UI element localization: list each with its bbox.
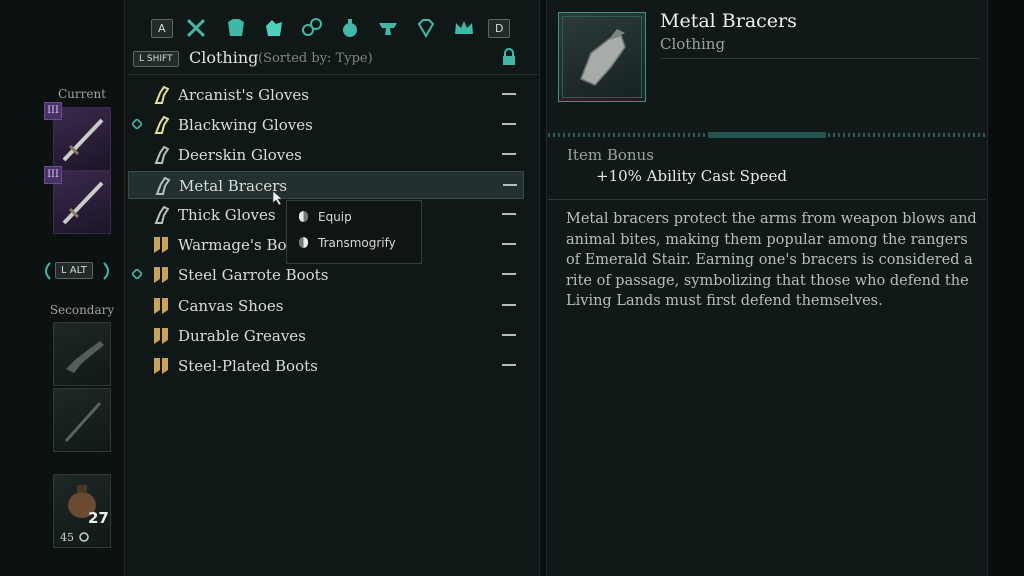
- equip-option[interactable]: Equip: [299, 210, 352, 224]
- ornamental-divider: [548, 124, 986, 138]
- secondary-weapon-slot-2[interactable]: [53, 388, 111, 452]
- pistol-icon: [66, 341, 104, 373]
- sort-key[interactable]: L SHIFT: [133, 51, 179, 67]
- screen-edge: [988, 0, 1024, 576]
- inventory-item[interactable]: Blackwing Gloves: [128, 111, 524, 139]
- inventory-item[interactable]: Steel-Plated Boots: [128, 352, 524, 380]
- item-value: [502, 334, 516, 336]
- item-value: [502, 213, 516, 215]
- mouse-cursor-icon: [272, 190, 283, 206]
- gloves-icon: [154, 85, 170, 104]
- rings-icon[interactable]: [300, 16, 324, 40]
- boots-icon: [154, 237, 168, 253]
- inventory-item[interactable]: Durable Greaves: [128, 322, 524, 350]
- transmogrify-label: Transmogrify: [318, 236, 396, 250]
- item-description: Metal bracers protect the arms from weap…: [566, 211, 977, 309]
- inventory-item[interactable]: Metal Bracers: [128, 171, 524, 199]
- potion-tab-icon[interactable]: [338, 16, 362, 40]
- sword-icon: [62, 181, 104, 225]
- lock-icon[interactable]: [500, 48, 518, 66]
- item-value: [502, 304, 516, 306]
- category-title: Clothing: [189, 48, 259, 67]
- inventory-item[interactable]: Steel Garrote Boots: [128, 261, 524, 289]
- item-thumbnail: [558, 12, 646, 102]
- next-category-key[interactable]: D: [488, 19, 511, 38]
- item-type: Clothing: [660, 35, 726, 53]
- gloves-icon: [154, 115, 170, 134]
- gloves-icon: [154, 145, 170, 164]
- gem-icon[interactable]: [414, 16, 438, 40]
- category-tab-bar: A D: [148, 16, 532, 40]
- item-name: Blackwing Gloves: [178, 116, 313, 134]
- item-name: Metal Bracers: [660, 10, 797, 32]
- item-value: [502, 364, 516, 366]
- new-item-diamond-icon: [132, 269, 142, 279]
- armor-icon[interactable]: [224, 16, 248, 40]
- equip-label: Equip: [318, 210, 352, 224]
- item-value: [502, 273, 516, 275]
- transmogrify-option[interactable]: Transmogrify: [299, 236, 396, 250]
- item-name: Deerskin Gloves: [178, 146, 302, 164]
- divider: [128, 74, 538, 75]
- clothing-icon[interactable]: [262, 16, 286, 40]
- prev-category-key[interactable]: A: [151, 19, 173, 38]
- sort-label: (Sorted by: Type): [258, 51, 373, 66]
- divider: [548, 199, 986, 200]
- swap-weapons-button[interactable]: L ALT: [40, 260, 132, 282]
- potion-count: 27: [88, 509, 109, 527]
- item-name: Warmage's Boo: [178, 236, 296, 254]
- bracer-icon: [580, 29, 626, 86]
- secondary-weapon-slot-1[interactable]: [53, 322, 111, 386]
- boots-icon: [154, 328, 168, 344]
- swap-arrow-left-icon: [45, 262, 51, 280]
- gloves-icon: [154, 205, 170, 224]
- item-value: [502, 153, 516, 155]
- item-name: Thick Gloves: [178, 206, 276, 224]
- item-name: Metal Bracers: [179, 177, 288, 195]
- new-item-diamond-icon: [132, 119, 142, 129]
- item-name: Durable Greaves: [178, 327, 306, 345]
- boots-icon: [154, 267, 168, 283]
- gloves-icon: [155, 176, 171, 195]
- mouse-right-icon: [299, 237, 308, 248]
- divider: [660, 58, 980, 59]
- anvil-icon[interactable]: [376, 16, 400, 40]
- item-name: Canvas Shoes: [178, 297, 284, 315]
- item-context-menu: Equip Transmogrify: [286, 200, 422, 264]
- tier-badge: III: [44, 166, 62, 184]
- currency-icon: [79, 532, 89, 542]
- item-name: Steel-Plated Boots: [178, 357, 318, 375]
- tier-badge: III: [44, 102, 62, 120]
- dagger-icon: [64, 401, 102, 443]
- mouse-left-icon: [299, 211, 308, 222]
- item-value: [502, 93, 516, 95]
- item-value: [502, 123, 516, 125]
- boots-icon: [154, 298, 168, 314]
- inventory-item[interactable]: Deerskin Gloves: [128, 141, 524, 169]
- item-name: Arcanist's Gloves: [178, 86, 309, 104]
- inventory-item[interactable]: Arcanist's Gloves: [128, 81, 524, 109]
- swap-arrow-right-icon: [103, 262, 109, 280]
- currency-amount: 45: [60, 531, 74, 544]
- crown-icon[interactable]: [452, 16, 476, 40]
- bonus-heading: Item Bonus: [567, 146, 654, 164]
- item-value: [502, 243, 516, 245]
- boots-icon: [154, 358, 168, 374]
- item-value: [503, 184, 517, 186]
- inventory-item[interactable]: Canvas Shoes: [128, 292, 524, 320]
- swap-key: L ALT: [55, 262, 93, 279]
- bonus-value: +10% Ability Cast Speed: [596, 167, 787, 185]
- crossed-weapons-icon[interactable]: [184, 16, 208, 40]
- item-name: Steel Garrote Boots: [178, 266, 329, 284]
- sword-icon: [62, 118, 104, 162]
- potion-slot[interactable]: 27 45: [53, 474, 111, 548]
